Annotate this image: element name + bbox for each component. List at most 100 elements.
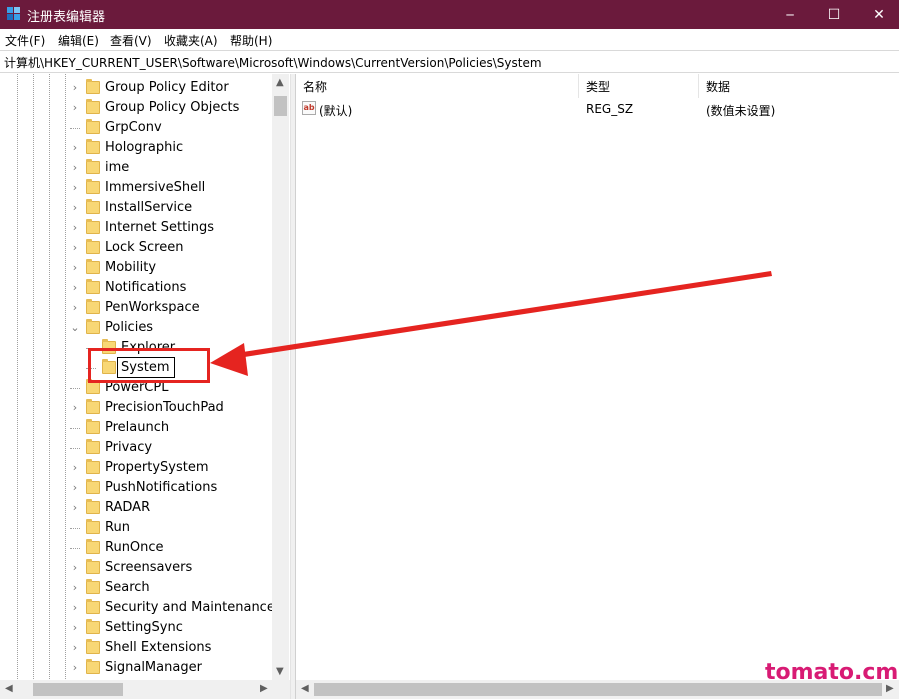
tree-item-immersiveshell[interactable]: › ImmersiveShell bbox=[0, 178, 272, 198]
tree-item-label: ImmersiveShell bbox=[105, 180, 206, 195]
menu-file[interactable]: 文件(F) bbox=[5, 32, 45, 49]
chevron-right-icon[interactable]: › bbox=[70, 82, 80, 94]
tree-item-precisiontouchpad[interactable]: › PrecisionTouchPad bbox=[0, 398, 272, 418]
chevron-right-icon[interactable]: › bbox=[70, 282, 80, 294]
tree-item-holographic[interactable]: › Holographic bbox=[0, 138, 272, 158]
tree-item-label: Lock Screen bbox=[105, 240, 184, 255]
tree-item-notifications[interactable]: › Notifications bbox=[0, 278, 272, 298]
tree-item-group-policy-editor[interactable]: › Group Policy Editor bbox=[0, 78, 272, 98]
tree-item-grpconv[interactable]: GrpConv bbox=[0, 118, 272, 138]
scroll-up-icon[interactable]: ▲ bbox=[276, 77, 284, 88]
tree-hscroll-thumb[interactable] bbox=[33, 683, 123, 696]
tree-item-installservice[interactable]: › InstallService bbox=[0, 198, 272, 218]
tree-item-privacy[interactable]: Privacy bbox=[0, 438, 272, 458]
column-header-type[interactable]: 类型 bbox=[586, 78, 610, 95]
chevron-right-icon[interactable]: › bbox=[70, 162, 80, 174]
tree-item-run[interactable]: Run bbox=[0, 518, 272, 538]
folder-icon bbox=[86, 479, 100, 494]
folder-icon bbox=[86, 219, 100, 234]
chevron-right-icon[interactable]: › bbox=[70, 582, 80, 594]
chevron-down-icon[interactable]: ⌄ bbox=[70, 322, 80, 334]
chevron-right-icon[interactable]: › bbox=[70, 642, 80, 654]
tree-item-label: Internet Settings bbox=[105, 220, 215, 235]
tree-item-search[interactable]: › Search bbox=[0, 578, 272, 598]
column-divider[interactable] bbox=[578, 74, 579, 98]
tree-item-signalmanager[interactable]: › SignalManager bbox=[0, 658, 272, 678]
chevron-right-icon[interactable]: › bbox=[70, 182, 80, 194]
tree-item-label: Search bbox=[105, 580, 150, 595]
tree-item-policies[interactable]: ⌄ Policies bbox=[0, 318, 272, 338]
tree-item-shell-extensions[interactable]: › Shell Extensions bbox=[0, 638, 272, 658]
chevron-right-icon[interactable]: › bbox=[70, 142, 80, 154]
chevron-right-icon[interactable]: › bbox=[70, 102, 80, 114]
tree-item-lock-screen[interactable]: › Lock Screen bbox=[0, 238, 272, 258]
address-path[interactable]: 计算机\HKEY_CURRENT_USER\Software\Microsoft… bbox=[4, 54, 542, 71]
tree-item-label: Group Policy Objects bbox=[105, 100, 240, 115]
chevron-right-icon[interactable]: › bbox=[70, 662, 80, 674]
column-divider[interactable] bbox=[698, 74, 699, 98]
column-header-name[interactable]: 名称 bbox=[303, 78, 327, 95]
tree-item-security-and-maintenance[interactable]: › Security and Maintenance bbox=[0, 598, 275, 618]
tree-item-label: PenWorkspace bbox=[105, 300, 200, 315]
tree-vertical-scrollbar[interactable]: ▲ ▼ bbox=[272, 74, 289, 680]
tree-connector bbox=[70, 548, 80, 549]
folder-icon bbox=[86, 259, 100, 274]
chevron-right-icon[interactable]: › bbox=[70, 302, 80, 314]
tree-item-pushnotifications[interactable]: › PushNotifications bbox=[0, 478, 272, 498]
tree-item-radar[interactable]: › RADAR bbox=[0, 498, 272, 518]
tree-item-runonce[interactable]: RunOnce bbox=[0, 538, 272, 558]
tree-item-label: Screensavers bbox=[105, 560, 193, 575]
tree-item-label: Policies bbox=[105, 320, 154, 335]
chevron-right-icon[interactable]: › bbox=[70, 222, 80, 234]
menu-favorites[interactable]: 收藏夹(A) bbox=[164, 32, 218, 49]
folder-icon bbox=[86, 559, 100, 574]
close-button[interactable]: ✕ bbox=[856, 0, 899, 29]
maximize-button[interactable]: ☐ bbox=[811, 0, 857, 29]
chevron-right-icon[interactable]: › bbox=[70, 622, 80, 634]
column-header-data[interactable]: 数据 bbox=[706, 78, 730, 95]
scroll-right-icon[interactable]: ▶ bbox=[260, 683, 268, 694]
chevron-right-icon[interactable]: › bbox=[70, 402, 80, 414]
scroll-left-icon[interactable]: ◀ bbox=[301, 683, 309, 694]
title-bar: 注册表编辑器 ─ ☐ ✕ bbox=[0, 0, 899, 29]
chevron-right-icon[interactable]: › bbox=[70, 602, 80, 614]
tree-scroll-thumb[interactable] bbox=[274, 96, 287, 116]
tree-item-label: Mobility bbox=[105, 260, 157, 275]
tree-item-group-policy-objects[interactable]: › Group Policy Objects bbox=[0, 98, 272, 118]
tree-item-internet-settings[interactable]: › Internet Settings bbox=[0, 218, 272, 238]
tree-item-label: Run bbox=[105, 520, 130, 535]
value-name[interactable]: (默认) bbox=[319, 102, 352, 119]
chevron-right-icon[interactable]: › bbox=[70, 242, 80, 254]
tree-item-penworkspace[interactable]: › PenWorkspace bbox=[0, 298, 272, 318]
tree-item-propertysystem[interactable]: › PropertySystem bbox=[0, 458, 272, 478]
folder-icon bbox=[86, 619, 100, 634]
chevron-right-icon[interactable]: › bbox=[70, 462, 80, 474]
folder-icon bbox=[86, 79, 100, 94]
chevron-right-icon[interactable]: › bbox=[70, 202, 80, 214]
menu-help[interactable]: 帮助(H) bbox=[230, 32, 272, 49]
chevron-right-icon[interactable]: › bbox=[70, 482, 80, 494]
scroll-left-icon[interactable]: ◀ bbox=[5, 683, 13, 694]
minimize-button[interactable]: ─ bbox=[767, 0, 813, 29]
key-tree[interactable]: › Group Policy Editor › Group Policy Object… bbox=[0, 74, 290, 699]
tree-horizontal-scrollbar[interactable]: ◀ ▶ bbox=[0, 680, 290, 699]
tree-item-ime[interactable]: › ime bbox=[0, 158, 272, 178]
folder-icon bbox=[86, 299, 100, 314]
chevron-right-icon[interactable]: › bbox=[70, 502, 80, 514]
tree-item-prelaunch[interactable]: Prelaunch bbox=[0, 418, 272, 438]
tree-item-mobility[interactable]: › Mobility bbox=[0, 258, 272, 278]
chevron-right-icon[interactable]: › bbox=[70, 262, 80, 274]
maximize-icon: ☐ bbox=[827, 6, 841, 23]
menu-view[interactable]: 查看(V) bbox=[110, 32, 152, 49]
tree-item-settingsync[interactable]: › SettingSync bbox=[0, 618, 272, 638]
tree-connector bbox=[70, 128, 80, 129]
address-bar[interactable]: 计算机\HKEY_CURRENT_USER\Software\Microsoft… bbox=[0, 50, 899, 73]
scroll-down-icon[interactable]: ▼ bbox=[276, 666, 284, 677]
tree-item-label: Prelaunch bbox=[105, 420, 170, 435]
menu-edit[interactable]: 编辑(E) bbox=[58, 32, 99, 49]
values-list[interactable]: 名称 类型 数据 ab (默认) REG_SZ (数值未设置) bbox=[296, 74, 899, 699]
tree-item-screensavers[interactable]: › Screensavers bbox=[0, 558, 272, 578]
folder-icon bbox=[86, 659, 100, 674]
tree-item-label: Security and Maintenance bbox=[105, 600, 275, 615]
chevron-right-icon[interactable]: › bbox=[70, 562, 80, 574]
